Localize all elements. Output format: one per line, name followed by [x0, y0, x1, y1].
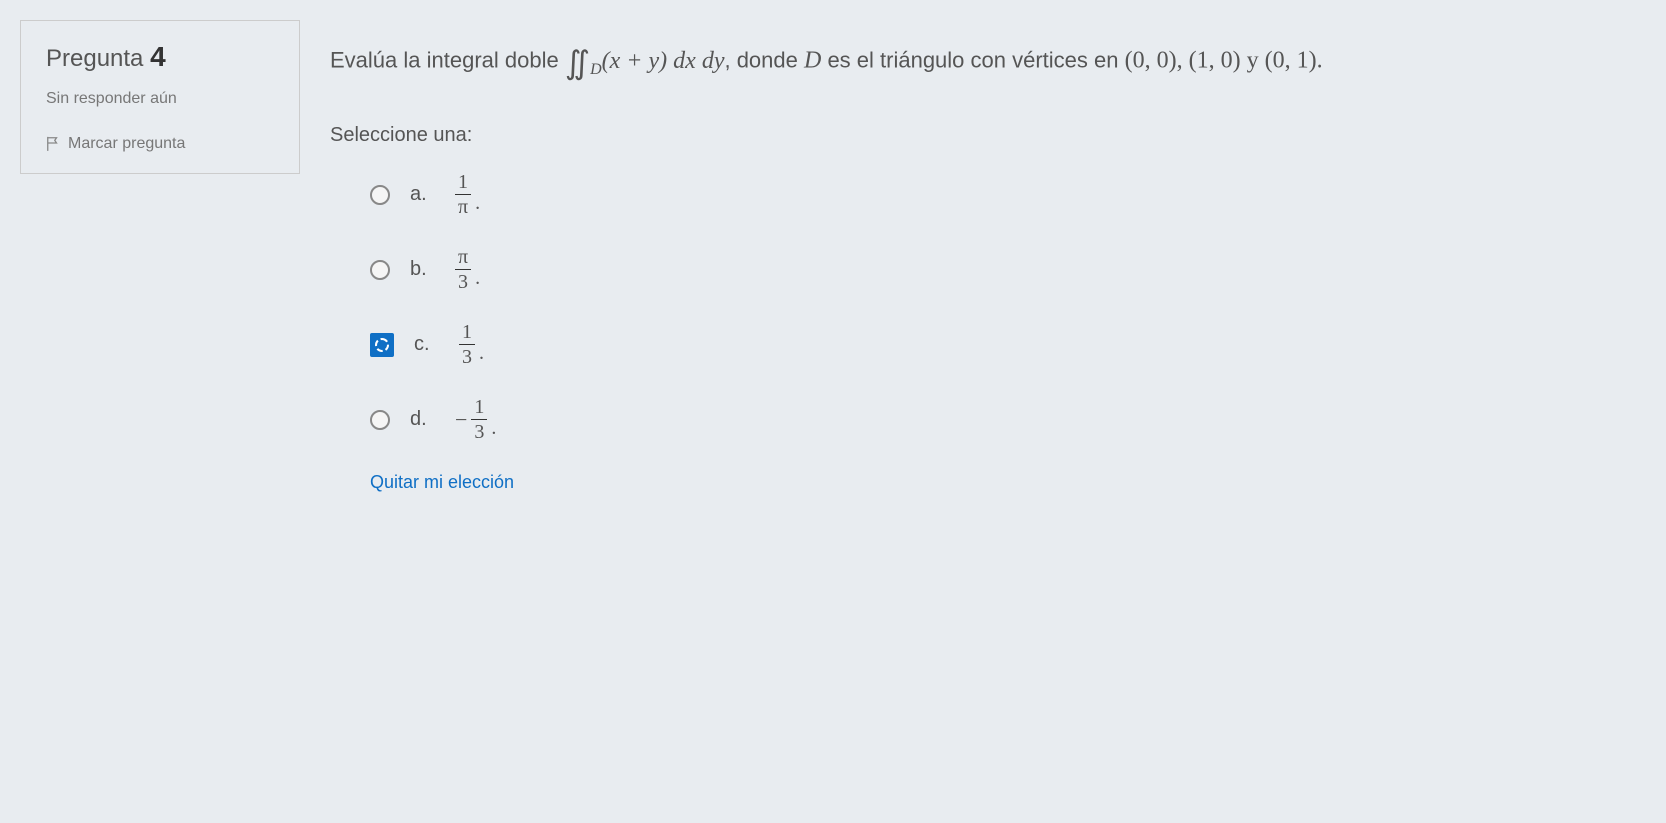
option-a[interactable]: a. 1 π . — [370, 172, 1646, 217]
d-variable: D — [804, 48, 821, 74]
flag-label: Marcar pregunta — [68, 135, 185, 153]
option-a-value: 1 π . — [455, 172, 480, 217]
option-b[interactable]: b. π 3 . — [370, 247, 1646, 292]
q-text-prefix: Evalúa la integral doble — [330, 48, 565, 73]
option-b-label: b. — [410, 258, 435, 281]
radio-c-selected[interactable] — [370, 333, 394, 357]
options-group: a. 1 π . b. π 3 . — [370, 172, 1646, 442]
q-text-mid: , donde — [724, 48, 804, 73]
answer-status: Sin responder aún — [46, 88, 274, 110]
option-d-neg: − — [455, 407, 467, 433]
radio-b[interactable] — [370, 260, 390, 280]
option-c-label: c. — [414, 333, 439, 356]
option-c[interactable]: c. 1 3 . — [370, 322, 1646, 367]
option-b-num: π — [455, 247, 471, 269]
select-one-label: Seleccione una: — [330, 124, 1646, 147]
option-b-den: 3 — [455, 269, 471, 292]
option-c-value: 1 3 . — [459, 322, 484, 367]
option-a-den: π — [455, 194, 471, 217]
integral-expression: ∬D(x + y) dx dy — [565, 48, 725, 74]
option-d[interactable]: d. − 1 3 . — [370, 397, 1646, 442]
option-a-num: 1 — [455, 172, 471, 194]
option-d-num: 1 — [471, 397, 487, 419]
question-number: 4 — [150, 41, 166, 72]
integral-sub: D — [590, 61, 602, 78]
flag-icon — [46, 136, 60, 152]
option-c-den: 3 — [459, 344, 475, 367]
flag-question-link[interactable]: Marcar pregunta — [46, 135, 274, 153]
radio-selected-icon — [375, 338, 389, 352]
radio-a[interactable] — [370, 185, 390, 205]
option-c-num: 1 — [459, 322, 475, 344]
radio-d[interactable] — [370, 410, 390, 430]
question-sidebar: Pregunta 4 Sin responder aún Marcar preg… — [20, 20, 300, 174]
option-b-value: π 3 . — [455, 247, 480, 292]
q-text-after-d: es el triángulo con vértices en — [821, 48, 1124, 73]
option-d-den: 3 — [471, 419, 487, 442]
option-d-label: d. — [410, 408, 435, 431]
question-text: Evalúa la integral doble ∬D(x + y) dx dy… — [330, 35, 1646, 89]
option-d-value: − 1 3 . — [455, 397, 496, 442]
vertices: (0, 0), (1, 0) y (0, 1). — [1125, 48, 1323, 74]
question-title: Pregunta 4 — [46, 41, 274, 73]
clear-choice-link[interactable]: Quitar mi elección — [370, 472, 1646, 493]
option-a-label: a. — [410, 183, 435, 206]
question-main: Evalúa la integral doble ∬D(x + y) dx dy… — [330, 20, 1646, 493]
title-prefix: Pregunta — [46, 45, 143, 72]
